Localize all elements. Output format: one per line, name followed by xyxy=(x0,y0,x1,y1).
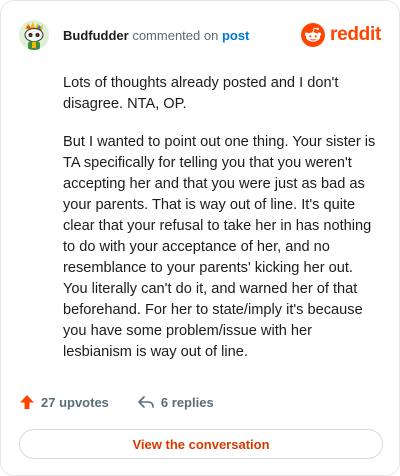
user-avatar[interactable] xyxy=(19,20,49,50)
comment-header: Budfudder commented on post reddit xyxy=(19,17,381,53)
replies-count[interactable]: 6 replies xyxy=(137,394,214,410)
comment-meta: Budfudder commented on post xyxy=(63,28,249,43)
reddit-brand[interactable]: reddit xyxy=(301,23,381,47)
view-conversation-button[interactable]: View the conversation xyxy=(19,429,383,459)
username-link[interactable]: Budfudder xyxy=(63,28,129,43)
comment-paragraph: Lots of thoughts already posted and I do… xyxy=(63,75,339,112)
comment-actions: 27 upvotes 6 replies xyxy=(19,394,214,410)
brand-wordmark: reddit xyxy=(330,24,381,45)
reply-arrow-icon xyxy=(138,396,154,408)
comment-paragraph: But I wanted to point out one thing. You… xyxy=(63,134,376,360)
snoo-avatar-icon xyxy=(19,20,49,50)
upvote-arrow-icon xyxy=(20,395,34,409)
reddit-logo-icon xyxy=(301,23,326,47)
embedded-comment-card: Budfudder commented on post reddit Lots … xyxy=(0,0,400,476)
post-link[interactable]: post xyxy=(222,28,249,43)
action-text: commented on xyxy=(128,27,222,43)
upvotes-count[interactable]: 27 upvotes xyxy=(19,394,109,410)
comment-body: Lots of thoughts already posted and I do… xyxy=(63,73,381,380)
replies-label: 6 replies xyxy=(160,394,214,410)
upvotes-label: 27 upvotes xyxy=(41,394,109,410)
